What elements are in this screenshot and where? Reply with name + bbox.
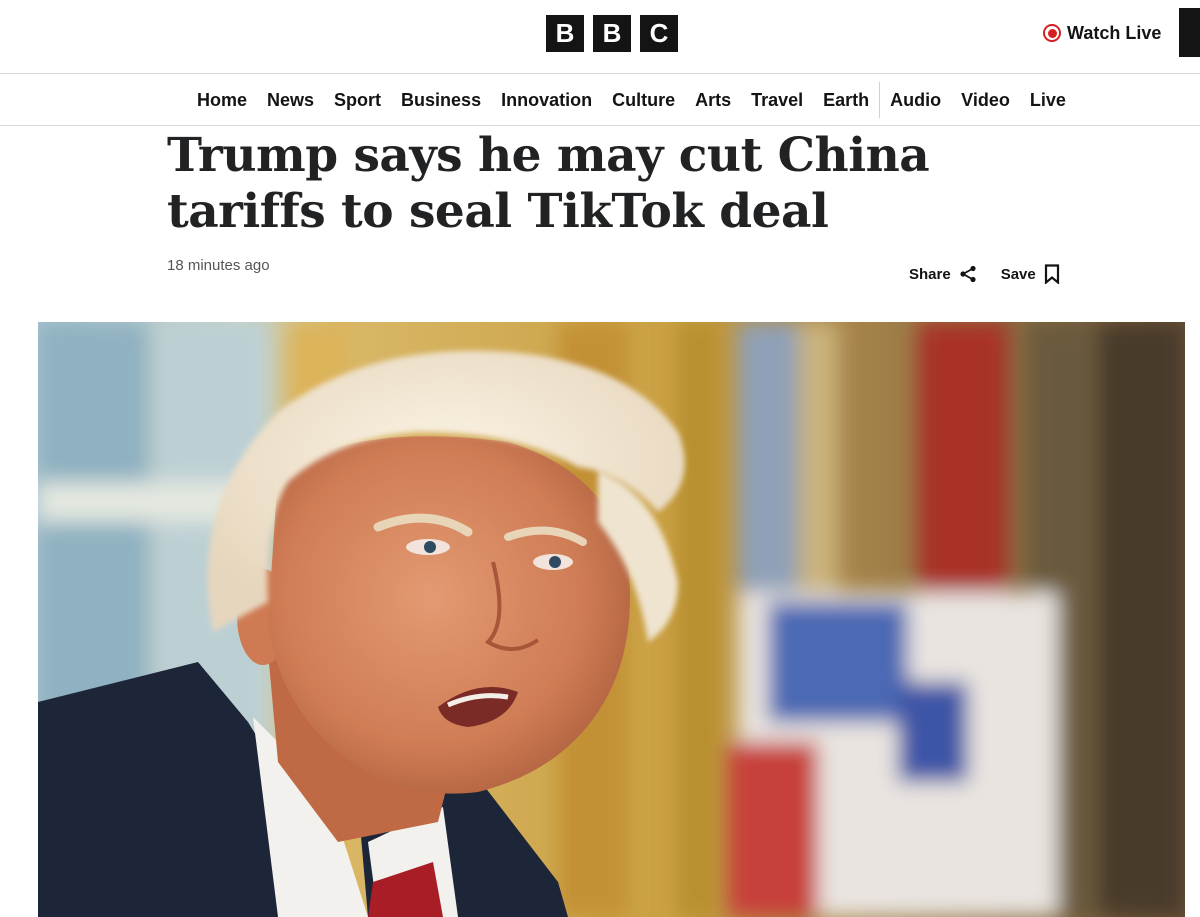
nav-item-audio[interactable]: Audio [880, 75, 951, 125]
nav-item-sport[interactable]: Sport [324, 75, 391, 125]
nav-list: Home News Sport Business Innovation Cult… [187, 75, 1076, 125]
main-nav: Home News Sport Business Innovation Cult… [0, 75, 1200, 126]
logo-letter-b2: B [593, 15, 631, 52]
masthead: B B C Watch Live [0, 0, 1200, 74]
nav-item-business[interactable]: Business [391, 75, 491, 125]
nav-item-news[interactable]: News [257, 75, 324, 125]
logo-letter-c: C [640, 15, 678, 52]
nav-item-travel[interactable]: Travel [741, 75, 813, 125]
logo-letter-b1: B [546, 15, 584, 52]
hero-photo [38, 322, 1185, 917]
bbc-article-page: B B C Watch Live Home News Sport Busines… [0, 0, 1200, 917]
live-dot-icon [1043, 24, 1061, 42]
watch-live-button[interactable]: Watch Live [1043, 20, 1161, 46]
nav-item-video[interactable]: Video [951, 75, 1020, 125]
account-button[interactable] [1179, 8, 1200, 57]
nav-item-home[interactable]: Home [187, 75, 257, 125]
bbc-logo[interactable]: B B C [546, 15, 678, 52]
share-button[interactable]: Share [909, 265, 977, 283]
nav-item-arts[interactable]: Arts [685, 75, 741, 125]
nav-item-culture[interactable]: Culture [602, 75, 685, 125]
save-button[interactable]: Save [1001, 264, 1060, 284]
nav-item-innovation[interactable]: Innovation [491, 75, 602, 125]
share-icon [960, 265, 976, 283]
save-label: Save [1000, 265, 1036, 283]
nav-item-earth[interactable]: Earth [813, 75, 879, 125]
article-headline: Trump says he may cut China tariffs to s… [167, 128, 930, 239]
article-actions: Share Save [909, 262, 1060, 286]
watch-live-label: Watch Live [1067, 22, 1162, 43]
nav-item-live[interactable]: Live [1020, 75, 1076, 125]
hero-image [38, 322, 1185, 917]
bookmark-icon [1044, 264, 1059, 284]
share-label: Share [909, 265, 951, 283]
article-timestamp: 18 minutes ago [167, 257, 270, 274]
